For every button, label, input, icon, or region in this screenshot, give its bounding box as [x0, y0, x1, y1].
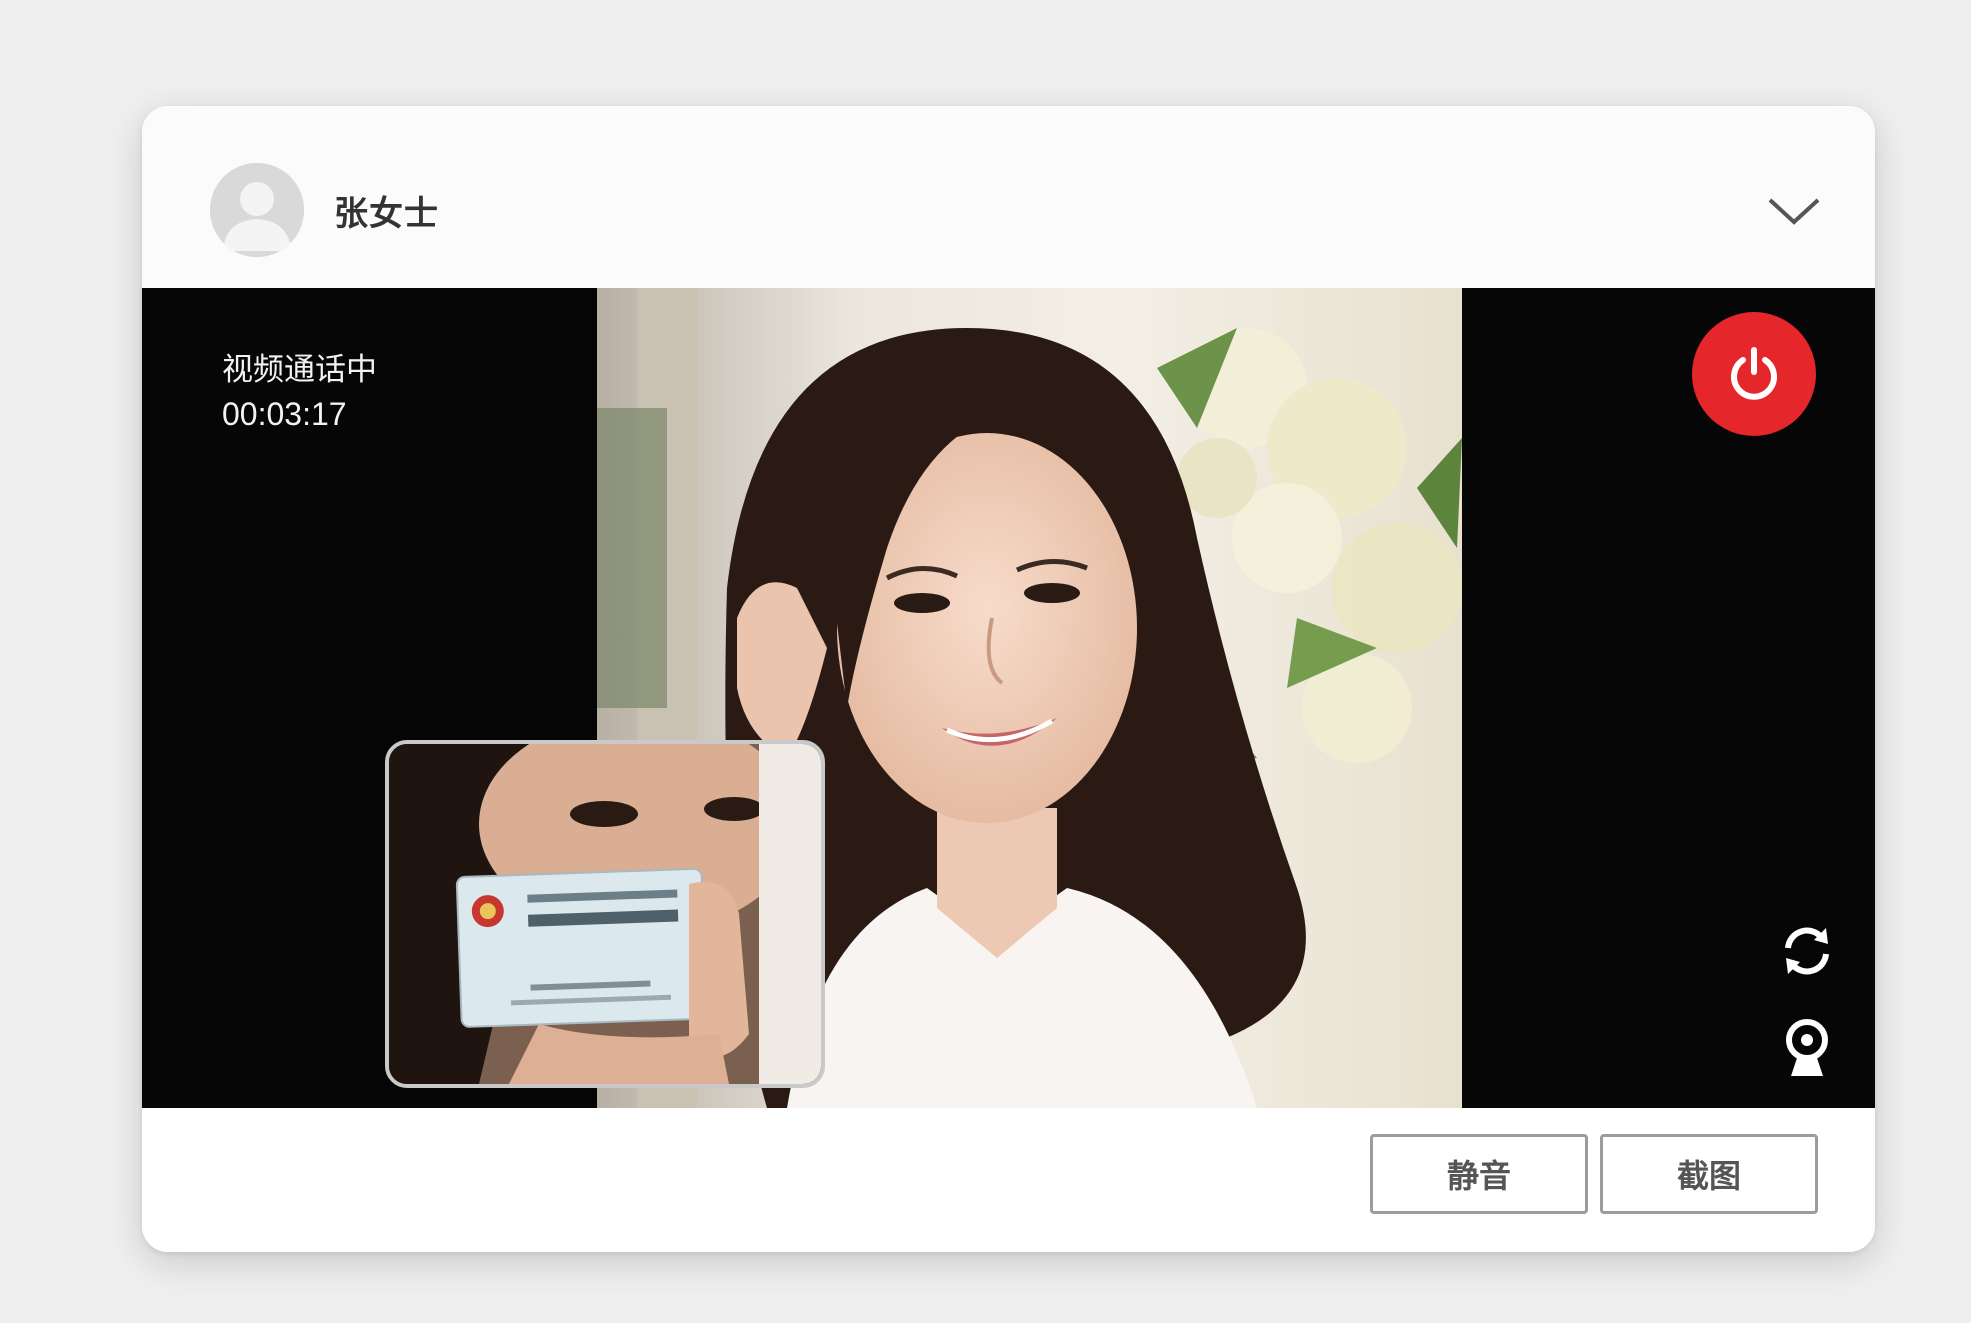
video-call-window: 张女士 视频通话中 00:03:17 静音 截图: [142, 106, 1875, 1252]
mute-button[interactable]: 静音: [1370, 1134, 1588, 1214]
caller-name: 张女士: [334, 195, 439, 233]
call-status: 视频通话中: [222, 352, 377, 387]
screenshot-button[interactable]: 截图: [1600, 1134, 1818, 1214]
hangup-button[interactable]: [1692, 312, 1816, 436]
video-stage: 视频通话中 00:03:17: [142, 288, 1875, 1108]
power-icon: [1731, 347, 1777, 400]
call-header: 张女士: [142, 106, 1875, 288]
call-footer: 静音 截图: [142, 1108, 1875, 1252]
chevron-down-icon[interactable]: [1764, 188, 1824, 232]
refresh-icon[interactable]: [1778, 922, 1836, 980]
user-avatar-icon: [210, 163, 304, 257]
page-background: 张女士 视频通话中 00:03:17 静音 截图: [0, 0, 1971, 1323]
call-timer: 00:03:17: [222, 396, 347, 432]
webcam-icon[interactable]: [1781, 1018, 1833, 1078]
local-video-preview[interactable]: [385, 740, 825, 1088]
